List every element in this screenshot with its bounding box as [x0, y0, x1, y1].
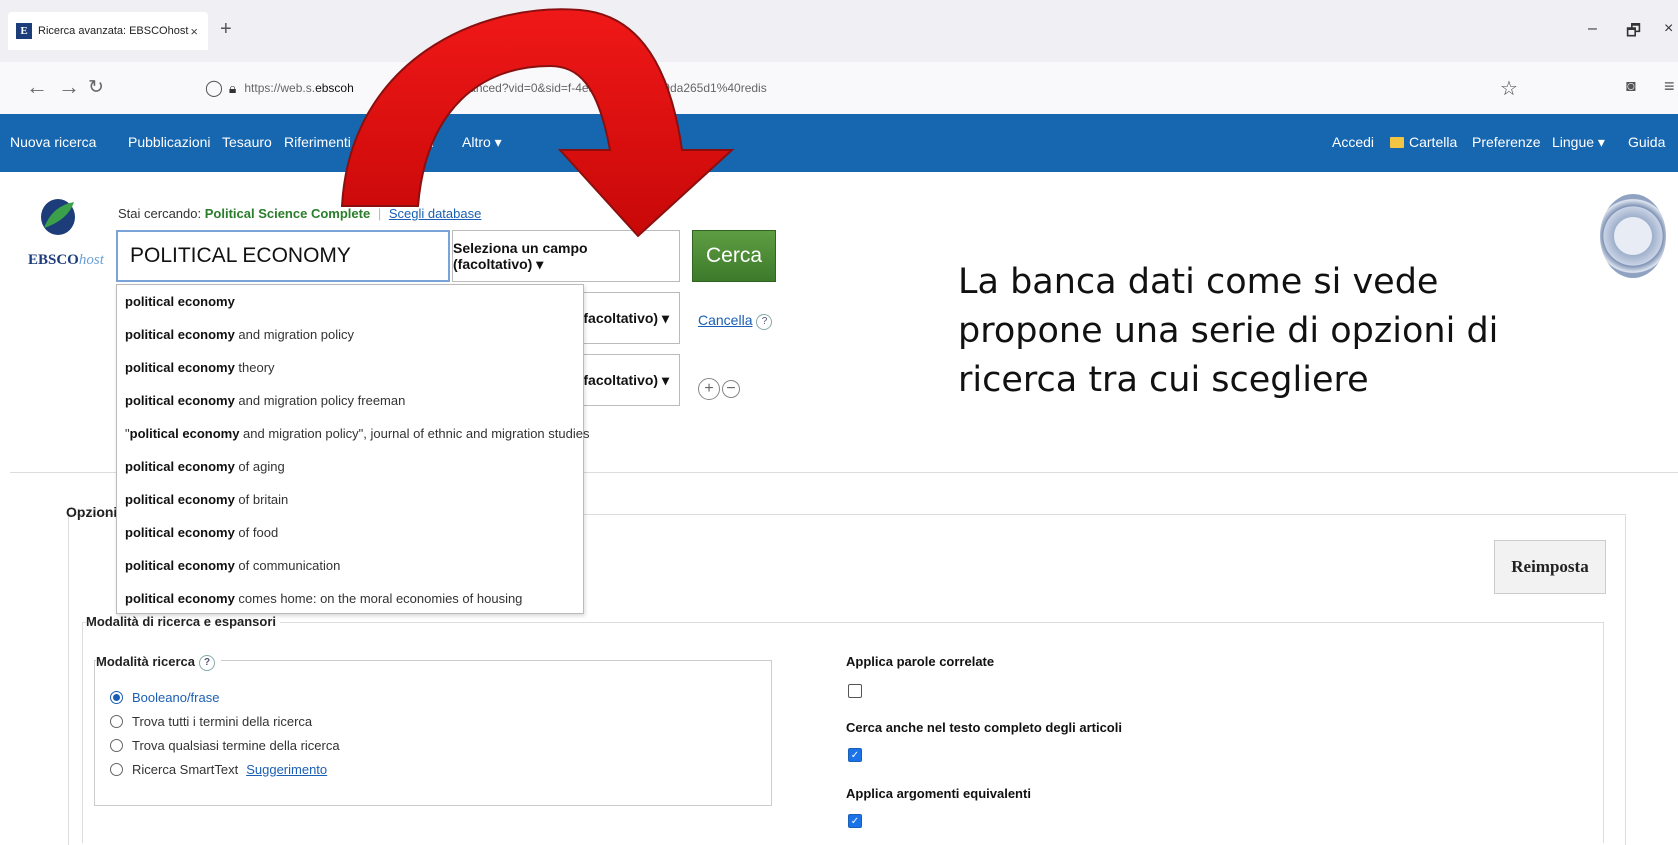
- radio-button[interactable]: [110, 763, 123, 776]
- radio-button[interactable]: [110, 739, 123, 752]
- toolbar-sign-in[interactable]: Accedi: [1332, 134, 1374, 150]
- close-window-icon[interactable]: ×: [1664, 20, 1673, 38]
- suggestion-item[interactable]: "political economy and migration policy"…: [117, 417, 589, 450]
- toolbar-languages[interactable]: Lingue ▾: [1552, 134, 1605, 151]
- tab-close-icon[interactable]: ×: [190, 24, 198, 39]
- forward-icon[interactable]: →: [58, 74, 80, 100]
- browser-tab-bar: E Ricerca avanzata: EBSCOhost × + – 🗗 ×: [0, 0, 1678, 62]
- ebsco-logo[interactable]: EBSCOhost: [28, 252, 104, 269]
- search-mode-fieldset: [94, 660, 772, 806]
- toolbar-preferences[interactable]: Preferenze: [1472, 134, 1540, 150]
- suggestion-item[interactable]: political economy comes home: on the mor…: [117, 582, 583, 615]
- search-mode-option[interactable]: Trova tutti i termini della ricerca: [110, 714, 312, 729]
- modes-heading: Modalità di ricerca e espansori: [86, 614, 281, 629]
- url-prefix: https://web.s.: [244, 81, 316, 95]
- reset-button[interactable]: Reimposta: [1494, 540, 1606, 594]
- search-mode-heading: Modalità ricerca?: [96, 654, 221, 671]
- toolbar-folder[interactable]: Cartella: [1390, 134, 1457, 150]
- help-icon[interactable]: ?: [756, 314, 773, 330]
- radio-button[interactable]: [110, 691, 123, 704]
- shield-icon: ◯: [205, 80, 223, 97]
- expander-label: Cerca anche nel testo completo degli art…: [846, 720, 1122, 735]
- suggestion-item[interactable]: political economy of food: [117, 516, 583, 549]
- suggestion-item[interactable]: political economy of aging: [117, 450, 583, 483]
- folder-icon: [1390, 137, 1404, 148]
- equivalent-subjects-checkbox[interactable]: ✓: [848, 814, 862, 828]
- suggestion-item[interactable]: political economy of communication: [117, 549, 583, 582]
- bookmark-star-icon[interactable]: ☆: [1500, 76, 1518, 101]
- related-words-checkbox[interactable]: [848, 684, 862, 698]
- ebsco-logo-icon: [41, 199, 75, 235]
- suggestion-item[interactable]: political economy of britain: [117, 483, 583, 516]
- toolbar-help[interactable]: Guida: [1628, 134, 1665, 150]
- ebsco-favicon-icon: E: [16, 23, 32, 39]
- expander-label: Applica parole correlate: [846, 654, 995, 669]
- radio-label: Ricerca SmartText: [132, 762, 239, 777]
- clear-link[interactable]: Cancella?: [698, 312, 773, 330]
- minimize-icon[interactable]: –: [1588, 20, 1597, 38]
- suggestion-item[interactable]: political economy theory: [117, 351, 583, 384]
- suggestion-item[interactable]: political economy and migration policy f…: [117, 384, 583, 417]
- search-mode-option[interactable]: Ricerca SmartText Suggerimento: [110, 762, 327, 777]
- suggestion-item[interactable]: political economy: [117, 285, 583, 318]
- toolbar-new-search[interactable]: Nuova ricerca: [10, 134, 96, 150]
- back-icon[interactable]: ←: [26, 74, 48, 100]
- radio-label: Booleano/frase: [132, 690, 220, 705]
- radio-label: Trova tutti i termini della ricerca: [132, 714, 313, 729]
- reload-icon[interactable]: ↻: [88, 76, 104, 99]
- university-seal-logo: [1600, 194, 1666, 278]
- lock-icon: 🔒︎: [228, 79, 237, 96]
- search-mode-option[interactable]: Booleano/frase: [110, 690, 219, 705]
- suggestion-item[interactable]: political economy and migration policy: [117, 318, 583, 351]
- maximize-icon[interactable]: 🗗: [1626, 20, 1641, 47]
- toolbar-thesaurus[interactable]: Tesauro: [222, 134, 272, 150]
- add-row-icon[interactable]: +: [698, 378, 720, 400]
- radio-button[interactable]: [110, 715, 123, 728]
- toolbar-publications[interactable]: Pubblicazioni: [128, 134, 211, 150]
- smarttext-hint-link[interactable]: Suggerimento: [246, 762, 327, 777]
- new-tab-icon[interactable]: +: [220, 18, 232, 41]
- remove-row-icon[interactable]: −: [722, 380, 740, 398]
- pocket-icon[interactable]: ◙: [1626, 78, 1636, 96]
- toolbar-folder-label: Cartella: [1409, 134, 1458, 150]
- search-mode-option[interactable]: Trova qualsiasi termine della ricerca: [110, 738, 340, 753]
- browser-nav-bar: ← → ↻ ◯ 🔒︎ https://web.s.ebscoh search/a…: [0, 62, 1678, 115]
- full-text-checkbox[interactable]: ✓: [848, 748, 862, 762]
- menu-icon[interactable]: ≡: [1664, 76, 1675, 97]
- autocomplete-dropdown: political economy political economy and …: [116, 284, 589, 615]
- expander-label: Applica argomenti equivalenti: [846, 786, 1031, 801]
- tab-title: Ricerca avanzata: EBSCOhost: [38, 25, 189, 37]
- browser-tab[interactable]: E Ricerca avanzata: EBSCOhost ×: [8, 12, 208, 50]
- help-icon[interactable]: ?: [199, 655, 215, 671]
- curved-arrow-annotation-icon: [340, 8, 735, 238]
- ebsco-toolbar: Nuova ricerca Pubblicazioni Tesauro Rife…: [0, 114, 1678, 172]
- annotation-text: La banca dati come si vede propone una s…: [958, 262, 1499, 400]
- radio-label: Trova qualsiasi termine della ricerca: [132, 738, 340, 753]
- options-heading: Opzioni: [66, 504, 118, 520]
